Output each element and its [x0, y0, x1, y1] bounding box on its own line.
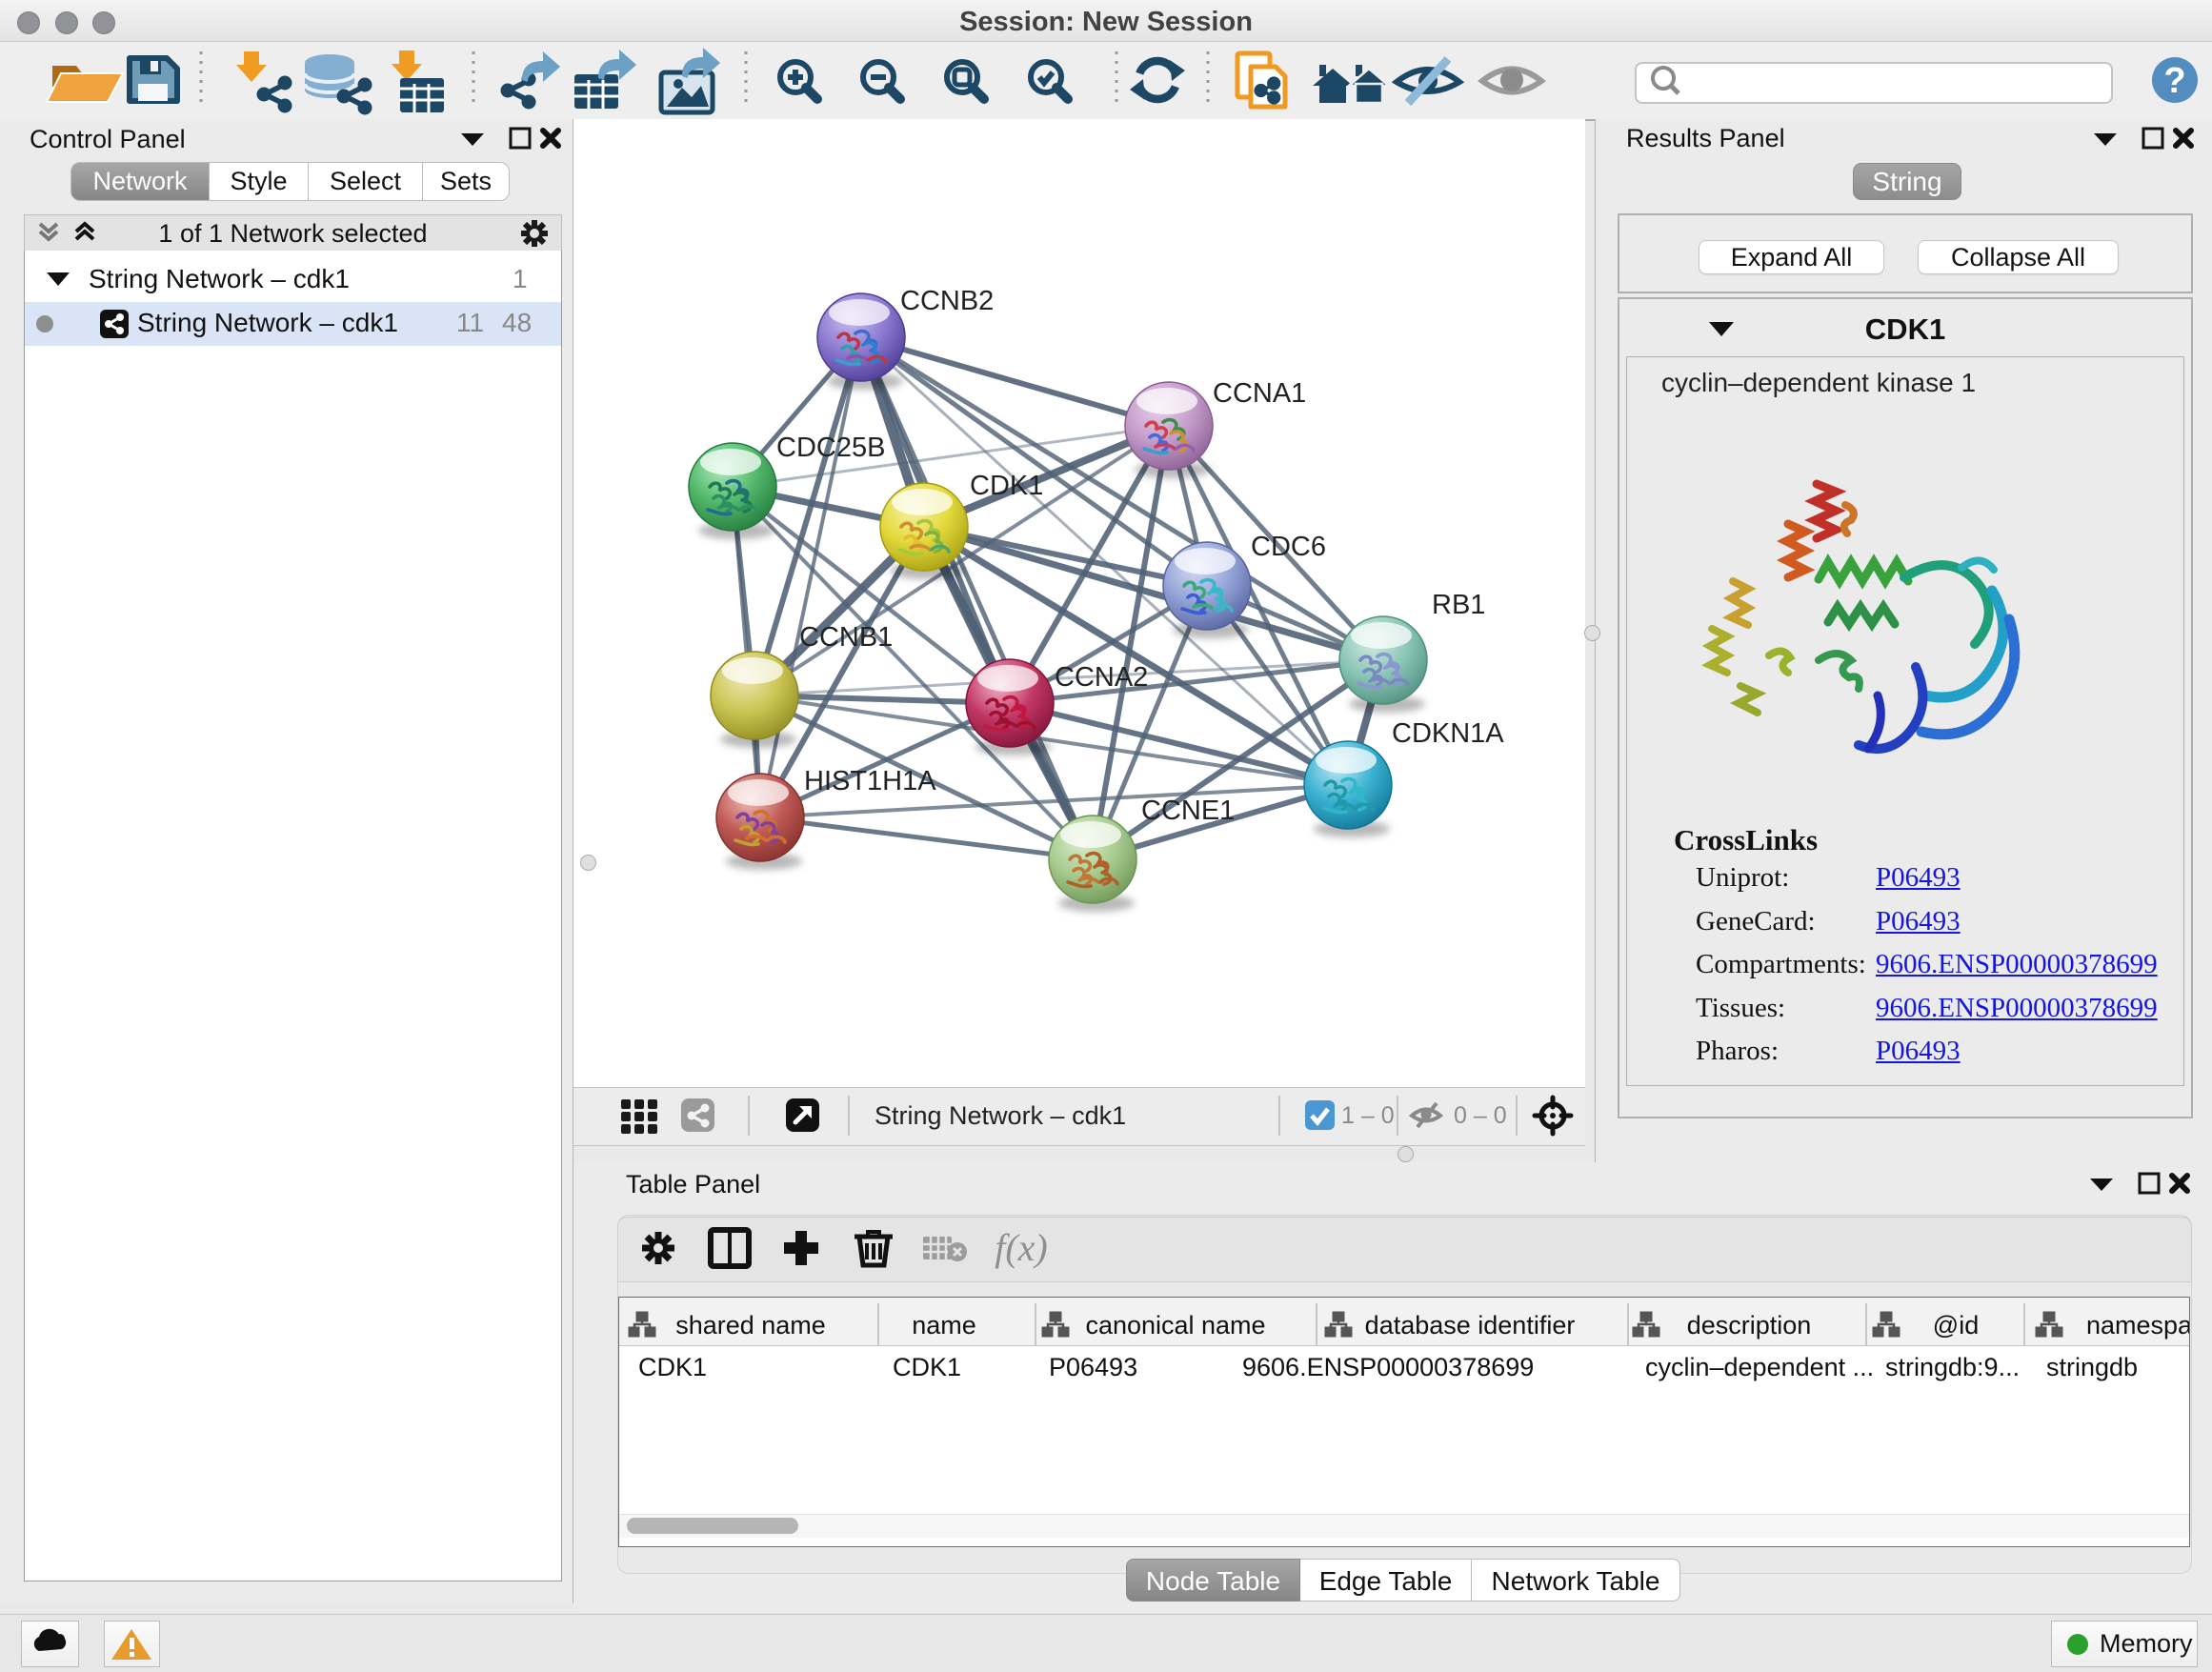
svg-text:CDC25B: CDC25B: [776, 433, 885, 463]
svg-text:namespac: namespac: [2086, 1311, 2189, 1340]
svg-text:database identifier: database identifier: [1365, 1311, 1576, 1340]
svg-text:f(x): f(x): [995, 1226, 1048, 1269]
svg-text:String Network – cdk1: String Network – cdk1: [875, 1101, 1126, 1130]
svg-text:CCNE1: CCNE1: [1141, 796, 1235, 826]
svg-text:CCNA2: CCNA2: [1055, 662, 1148, 693]
svg-text:CCNB1: CCNB1: [799, 622, 893, 653]
svg-text:CCNB2: CCNB2: [900, 286, 994, 316]
svg-text:CDKN1A: CDKN1A: [1392, 718, 1504, 749]
svg-text:CCNA1: CCNA1: [1213, 378, 1306, 409]
svg-text:description: description: [1687, 1311, 1812, 1340]
svg-text:RB1: RB1: [1432, 590, 1485, 620]
svg-text:name: name: [912, 1311, 976, 1340]
svg-text:1 – 0: 1 – 0: [1341, 1102, 1395, 1129]
svg-text:shared name: shared name: [675, 1311, 826, 1340]
svg-text:CDK1: CDK1: [970, 471, 1043, 501]
svg-text:HIST1H1A: HIST1H1A: [804, 766, 936, 796]
svg-text:0 – 0: 0 – 0: [1454, 1102, 1507, 1129]
svg-text:@id: @id: [1933, 1311, 1979, 1340]
svg-text:canonical name: canonical name: [1085, 1311, 1265, 1340]
svg-text:?: ?: [2163, 61, 2185, 101]
svg-text:CDC6: CDC6: [1251, 532, 1326, 562]
